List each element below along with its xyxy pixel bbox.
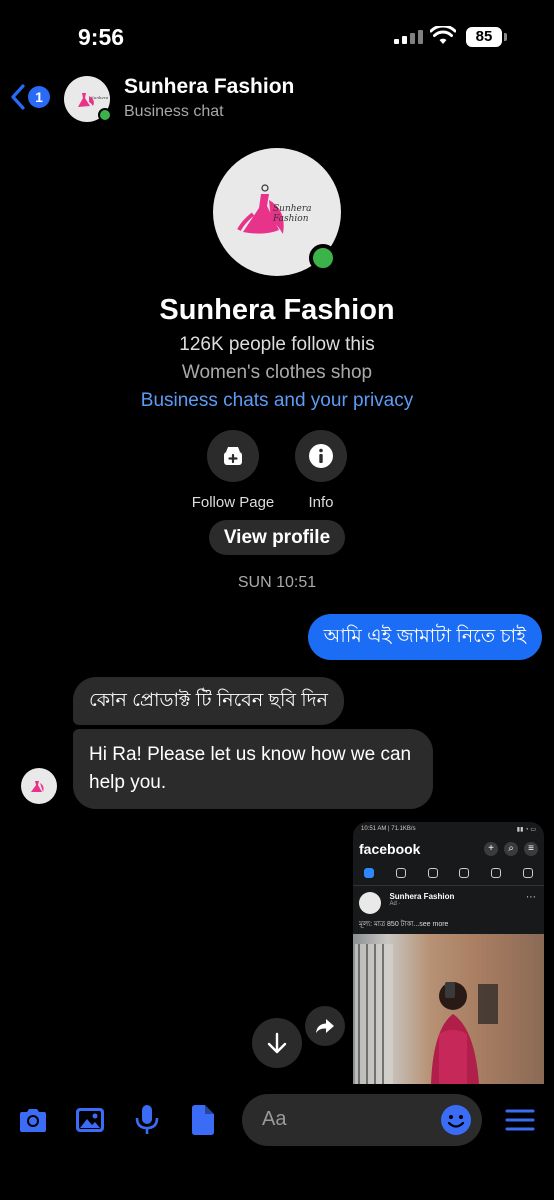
document-icon (192, 1105, 214, 1135)
screenshot-status-bar: 10:51 AM | 71.1KB/s ▮▮ ◔ ▭ (353, 822, 544, 838)
back-button[interactable]: 1 (10, 84, 50, 110)
menu-icon: ≡ (524, 842, 538, 856)
screenshot-nav-row (353, 860, 544, 886)
chevron-left-icon (11, 84, 25, 110)
profile-avatar[interactable]: Sunhera Fashion (213, 148, 341, 276)
plus-icon: + (484, 842, 498, 856)
screenshot-app-name: facebook (359, 841, 421, 857)
messenger-icon (427, 867, 438, 878)
microphone-icon (135, 1105, 159, 1134)
info-icon-wrap[interactable] (295, 430, 347, 482)
follow-page-label: Follow Page (191, 494, 275, 511)
post-meta: Ad · (389, 901, 401, 907)
chat-title[interactable]: Sunhera Fashion (124, 75, 294, 99)
message-timestamp: SUN 10:51 (237, 574, 317, 591)
screenshot-app-bar: facebook + ⌕ ≡ (353, 838, 544, 860)
profile-name: Sunhera Fashion (159, 294, 395, 326)
chat-header: 1 Sunhera Sunhera Fashion Business chat (0, 72, 554, 128)
incoming-message[interactable]: কোন প্রোডাক্ট টি নিবেন ছবি দিন (73, 677, 345, 725)
arrow-down-icon (267, 1032, 287, 1054)
message-composer: Aa (0, 1084, 554, 1200)
incoming-message[interactable]: Hi Ra! Please let us know how we can hel… (73, 729, 433, 809)
share-button[interactable] (305, 1006, 345, 1046)
post-avatar (359, 892, 381, 914)
gallery-button[interactable] (74, 1104, 106, 1136)
file-button[interactable] (187, 1104, 219, 1136)
profile-category: Women's clothes shop (181, 362, 373, 383)
camera-icon (20, 1109, 46, 1132)
info-button[interactable]: Info (276, 430, 366, 511)
marketplace-icon (523, 867, 534, 878)
online-status-dot (98, 108, 112, 122)
outgoing-message[interactable]: আমি এই জামাটা নিতে চাই (307, 614, 542, 660)
brand-logo-icon (31, 781, 44, 792)
chat-subtitle: Business chat (124, 103, 224, 120)
menu-button[interactable] (504, 1104, 536, 1136)
search-icon: ⌕ (504, 842, 518, 856)
post-photo (353, 934, 544, 1084)
post-text: মূল্য: মাত্র 850 টাকা...see more (359, 921, 449, 928)
shared-screenshot-image[interactable]: 10:51 AM | 71.1KB/s ▮▮ ◔ ▭ facebook + ⌕ … (353, 822, 544, 1084)
follow-page-icon-wrap[interactable] (207, 430, 259, 482)
camera-button[interactable] (17, 1104, 49, 1136)
post-author: Sunhera Fashion (389, 892, 455, 901)
online-status-dot (309, 244, 337, 272)
home-icon (363, 867, 374, 878)
hamburger-menu-icon (505, 1109, 535, 1131)
emoji-icon[interactable] (440, 1104, 472, 1136)
sender-avatar[interactable] (21, 768, 57, 804)
info-icon (309, 444, 333, 468)
svg-text:Sunhera: Sunhera (91, 95, 109, 100)
follow-page-button[interactable]: Follow Page (188, 430, 278, 511)
header-avatar[interactable]: Sunhera (64, 76, 112, 122)
image-icon (76, 1108, 104, 1132)
voice-button[interactable] (131, 1104, 163, 1136)
message-input-placeholder: Aa (262, 1108, 287, 1130)
info-label: Info (308, 494, 334, 511)
screenshot-post: Sunhera Fashion Ad · ⋯ মূল্য: মাত্র 850 … (353, 886, 544, 930)
screenshot-status-time: 10:51 AM | 71.1KB/s (361, 826, 416, 832)
wifi-icon (430, 26, 456, 44)
privacy-link[interactable]: Business chats and your privacy (0, 390, 554, 412)
brand-logo-text: Sunhera Fashion (273, 204, 312, 224)
battery-indicator: 85 (466, 27, 507, 47)
screenshot-signal-icon: ▮▮ ◔ ▭ (516, 827, 536, 833)
photo-figure (355, 944, 498, 1084)
friends-icon (395, 867, 406, 878)
more-icon: ⋯ (526, 892, 536, 903)
share-arrow-icon (316, 1019, 334, 1033)
profile-followers: 126K people follow this (179, 334, 375, 355)
video-icon (459, 867, 470, 878)
unread-count-badge: 1 (28, 86, 50, 108)
bell-icon (491, 867, 502, 878)
message-input[interactable]: Aa (242, 1094, 482, 1146)
follow-page-icon (224, 447, 242, 465)
status-bar: 9:56 85 (0, 0, 554, 72)
scroll-down-button[interactable] (252, 1018, 302, 1068)
view-profile-button[interactable]: View profile (209, 520, 345, 555)
status-time: 9:56 (78, 24, 125, 50)
cellular-signal-icon (394, 30, 423, 44)
